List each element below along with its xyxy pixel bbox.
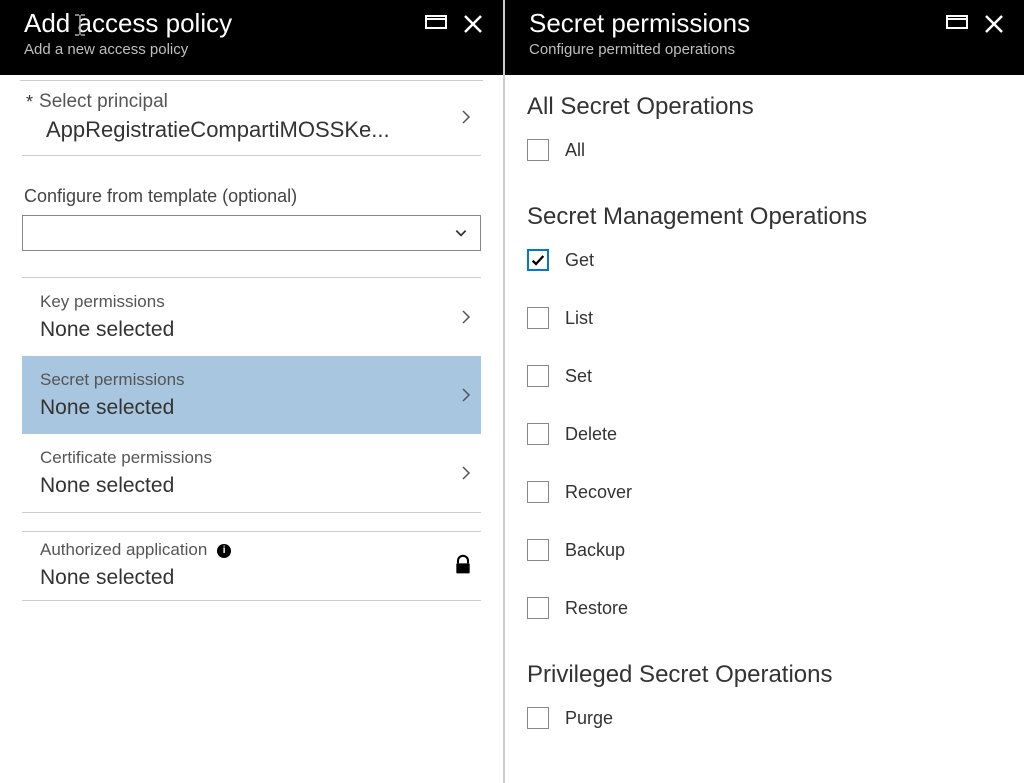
checkbox-delete[interactable]: Delete (527, 417, 1002, 451)
secret-permissions-value: None selected (40, 396, 185, 420)
key-permissions-label: Key permissions (40, 292, 174, 312)
checkbox-label: Restore (565, 598, 628, 619)
select-principal-row[interactable]: * Select principal AppRegistratieCompart… (22, 81, 481, 155)
chevron-right-icon (457, 308, 475, 326)
authorized-app-label: Authorized application (40, 540, 207, 559)
certificate-permissions-row[interactable]: Certificate permissions None selected (22, 434, 481, 512)
key-permissions-value: None selected (40, 318, 174, 342)
checkbox-label: Backup (565, 540, 625, 561)
checkbox-icon (527, 481, 549, 503)
checkbox-icon (527, 139, 549, 161)
principal-value: AppRegistratieCompartiMOSSKe... (46, 117, 390, 143)
required-star: * (26, 92, 33, 113)
checkbox-get[interactable]: Get (527, 243, 1002, 277)
key-permissions-row[interactable]: Key permissions None selected (22, 278, 481, 356)
pane-header-right: Secret permissions Configure permitted o… (505, 0, 1024, 75)
page-title-left: Add access policy (24, 8, 232, 39)
checkbox-icon (527, 539, 549, 561)
checkbox-label: Purge (565, 708, 613, 729)
template-select[interactable] (22, 215, 481, 251)
pane-header-left: Add access policy Add a new access polic… (0, 0, 503, 75)
all-operations-heading: All Secret Operations (527, 93, 1002, 121)
checkbox-recover[interactable]: Recover (527, 475, 1002, 509)
management-operations-heading: Secret Management Operations (527, 203, 1002, 231)
add-access-policy-pane: Add access policy Add a new access polic… (0, 0, 505, 783)
info-icon[interactable]: i (217, 544, 231, 558)
checkbox-label: All (565, 140, 585, 161)
chevron-right-icon (457, 464, 475, 482)
checkbox-icon (527, 365, 549, 387)
checkbox-label: Recover (565, 482, 632, 503)
page-subtitle-right: Configure permitted operations (529, 41, 750, 58)
checkbox-checked-icon (527, 249, 549, 271)
checkbox-label: Set (565, 366, 592, 387)
checkbox-icon (527, 597, 549, 619)
restore-window-icon[interactable] (946, 15, 968, 33)
checkbox-icon (527, 423, 549, 445)
authorized-app-value: None selected (40, 566, 231, 590)
close-icon[interactable] (463, 14, 483, 34)
secret-permissions-label: Secret permissions (40, 370, 185, 390)
restore-window-icon[interactable] (425, 15, 447, 33)
checkbox-label: Delete (565, 424, 617, 445)
checkbox-set[interactable]: Set (527, 359, 1002, 393)
checkbox-label: Get (565, 250, 594, 271)
checkbox-all[interactable]: All (527, 133, 1002, 167)
checkbox-list[interactable]: List (527, 301, 1002, 335)
close-icon[interactable] (984, 14, 1004, 34)
privileged-operations-heading: Privileged Secret Operations (527, 661, 1002, 689)
checkbox-purge[interactable]: Purge (527, 701, 1002, 735)
lock-icon (453, 554, 473, 576)
checkbox-backup[interactable]: Backup (527, 533, 1002, 567)
secret-permissions-pane: Secret permissions Configure permitted o… (505, 0, 1024, 783)
authorized-application-row: Authorized application i None selected (22, 532, 481, 600)
checkbox-restore[interactable]: Restore (527, 591, 1002, 625)
checkbox-icon (527, 707, 549, 729)
template-label: Configure from template (optional) (24, 186, 481, 207)
chevron-down-icon (454, 226, 468, 240)
certificate-permissions-label: Certificate permissions (40, 448, 212, 468)
checkbox-label: List (565, 308, 593, 329)
chevron-right-icon (457, 386, 475, 404)
principal-label: Select principal (39, 91, 168, 113)
page-title-right: Secret permissions (529, 8, 750, 39)
page-subtitle-left: Add a new access policy (24, 41, 232, 58)
certificate-permissions-value: None selected (40, 474, 212, 498)
secret-permissions-row[interactable]: Secret permissions None selected (22, 356, 481, 434)
checkbox-icon (527, 307, 549, 329)
chevron-right-icon (457, 108, 475, 126)
